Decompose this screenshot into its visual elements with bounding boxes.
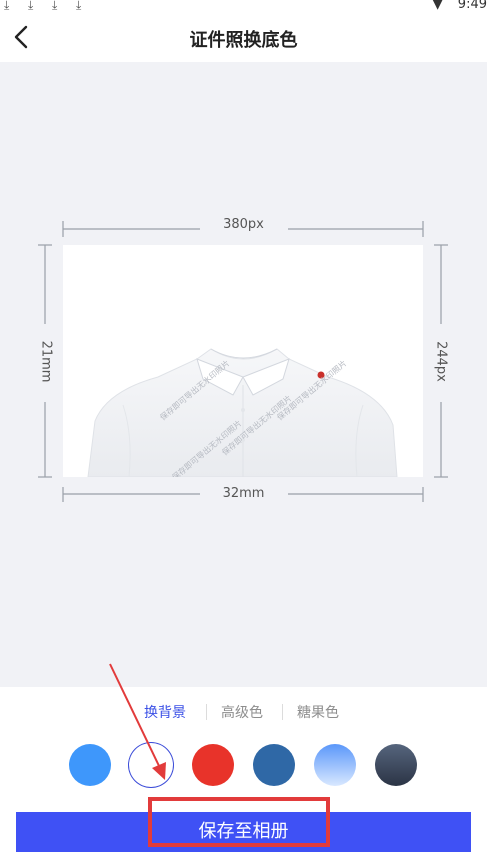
tab-candy-colors[interactable]: 糖果色 — [297, 702, 339, 722]
width-mm-label: 32mm — [222, 486, 265, 501]
color-swatch-red[interactable] — [192, 744, 234, 786]
color-swatch-dark-blue[interactable] — [253, 744, 295, 786]
color-swatch-blue[interactable] — [69, 744, 111, 786]
tab-advanced-colors[interactable]: 高级色 — [221, 702, 263, 722]
save-to-album-button[interactable]: 保存至相册 — [16, 812, 471, 852]
id-photo: 保存即可导出无水印照片 保存即可导出无水印照片 保存即可导出无水印照片 保存即可… — [63, 245, 423, 477]
width-px-label: 380px — [223, 217, 264, 232]
height-mm-label: 21mm — [38, 340, 54, 383]
tab-change-background[interactable]: 换背景 — [144, 702, 186, 722]
tab-divider — [206, 704, 207, 720]
title-bar: 证件照换底色 — [0, 14, 487, 62]
color-swatch-white[interactable] — [130, 744, 172, 786]
color-swatch-blue-gradient[interactable] — [314, 744, 356, 786]
tab-divider — [282, 704, 283, 720]
status-bar: ⤓ ⤓ ⤓ ⤓ ▼ 9:49 — [0, 0, 487, 14]
download-icon: ⤓ — [52, 0, 58, 12]
color-category-tabs: 换背景 高级色 糖果色 — [0, 702, 487, 724]
download-icon: ⤓ — [28, 0, 34, 12]
status-time: 9:49 — [457, 0, 487, 12]
photo-preview-area: 380px 32mm 21mm 244px 保存即可导出无水印照片 保存即可导出… — [0, 62, 487, 687]
download-icon: ⤓ — [76, 0, 82, 12]
height-px-label: 244px — [433, 341, 449, 382]
page-title: 证件照换底色 — [189, 30, 298, 51]
color-swatch-gray-gradient[interactable] — [375, 744, 417, 786]
wifi-icon: ▼ — [432, 0, 443, 12]
download-icon: ⤓ — [4, 0, 10, 12]
